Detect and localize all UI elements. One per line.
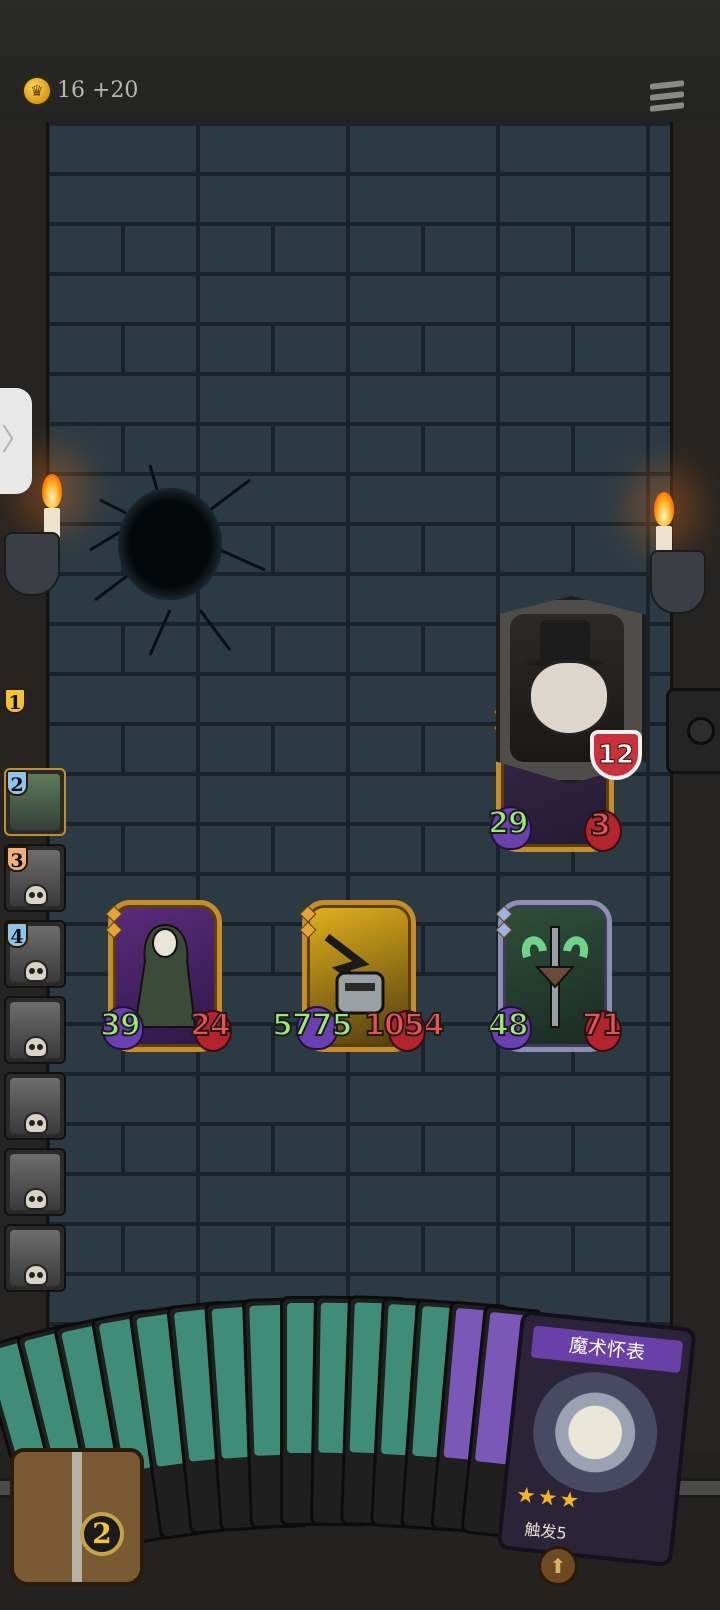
gold-amount: 16	[57, 78, 85, 103]
top-hat-icon	[526, 620, 604, 668]
boss-health-shield: 12	[590, 730, 642, 780]
turn-slot[interactable]	[4, 1148, 66, 1216]
skull-icon	[24, 960, 48, 982]
unit-attack: 5775	[271, 1007, 353, 1044]
pocket-watch-icon	[525, 1366, 666, 1499]
right-pillar	[670, 122, 720, 1452]
skull-icon	[24, 1264, 48, 1286]
boss-attack: 29	[487, 805, 530, 842]
wall-hole	[118, 488, 222, 600]
deck-count: 2	[80, 1512, 124, 1556]
turn-slot: 1	[4, 688, 66, 756]
top-bar: ♛ 16 +20	[0, 0, 720, 125]
unit-attack: 48	[487, 1007, 530, 1044]
chevron-right-icon: 〉	[1, 423, 31, 458]
unit-hp: 71	[581, 1007, 624, 1044]
door-lock	[666, 688, 720, 774]
turn-number-badge: 4	[6, 922, 28, 948]
deck-chest-icon[interactable]	[10, 1448, 144, 1586]
skull-icon	[24, 1036, 48, 1058]
skull-icon	[24, 884, 48, 906]
menu-icon[interactable]	[650, 80, 684, 118]
gold-income: +20	[92, 78, 139, 103]
turn-number-badge: 3	[6, 846, 28, 872]
turn-slot[interactable]: 3	[4, 844, 66, 912]
side-panel-tab[interactable]: 〉	[0, 388, 32, 494]
unit-hp: 1054	[363, 1007, 445, 1044]
gold-counter: 16 +20	[57, 78, 138, 103]
turn-slot[interactable]	[4, 1072, 66, 1140]
card-description: 触发5	[523, 1519, 568, 1544]
turn-slot[interactable]: 2	[4, 768, 66, 836]
skull-icon	[24, 1188, 48, 1210]
turn-slot[interactable]	[4, 996, 66, 1064]
crown-coin-icon: ♛	[22, 76, 52, 106]
turn-number-badge: 2	[6, 770, 28, 796]
turn-slot[interactable]	[4, 1224, 66, 1292]
skull-icon	[24, 1112, 48, 1134]
turn-number-badge: 1	[4, 688, 26, 714]
card-title: 魔术怀表	[530, 1325, 684, 1374]
featured-hand-card[interactable]: 魔术怀表 ★★★ 触发5	[496, 1310, 697, 1568]
unit-attack: 39	[99, 1007, 142, 1044]
boss-hp: 3	[589, 807, 612, 844]
unit-hp: 24	[189, 1007, 232, 1044]
boss-face	[528, 660, 610, 736]
discard-pile-icon[interactable]: ⬆	[538, 1546, 578, 1586]
turn-slot[interactable]: 4	[4, 920, 66, 988]
